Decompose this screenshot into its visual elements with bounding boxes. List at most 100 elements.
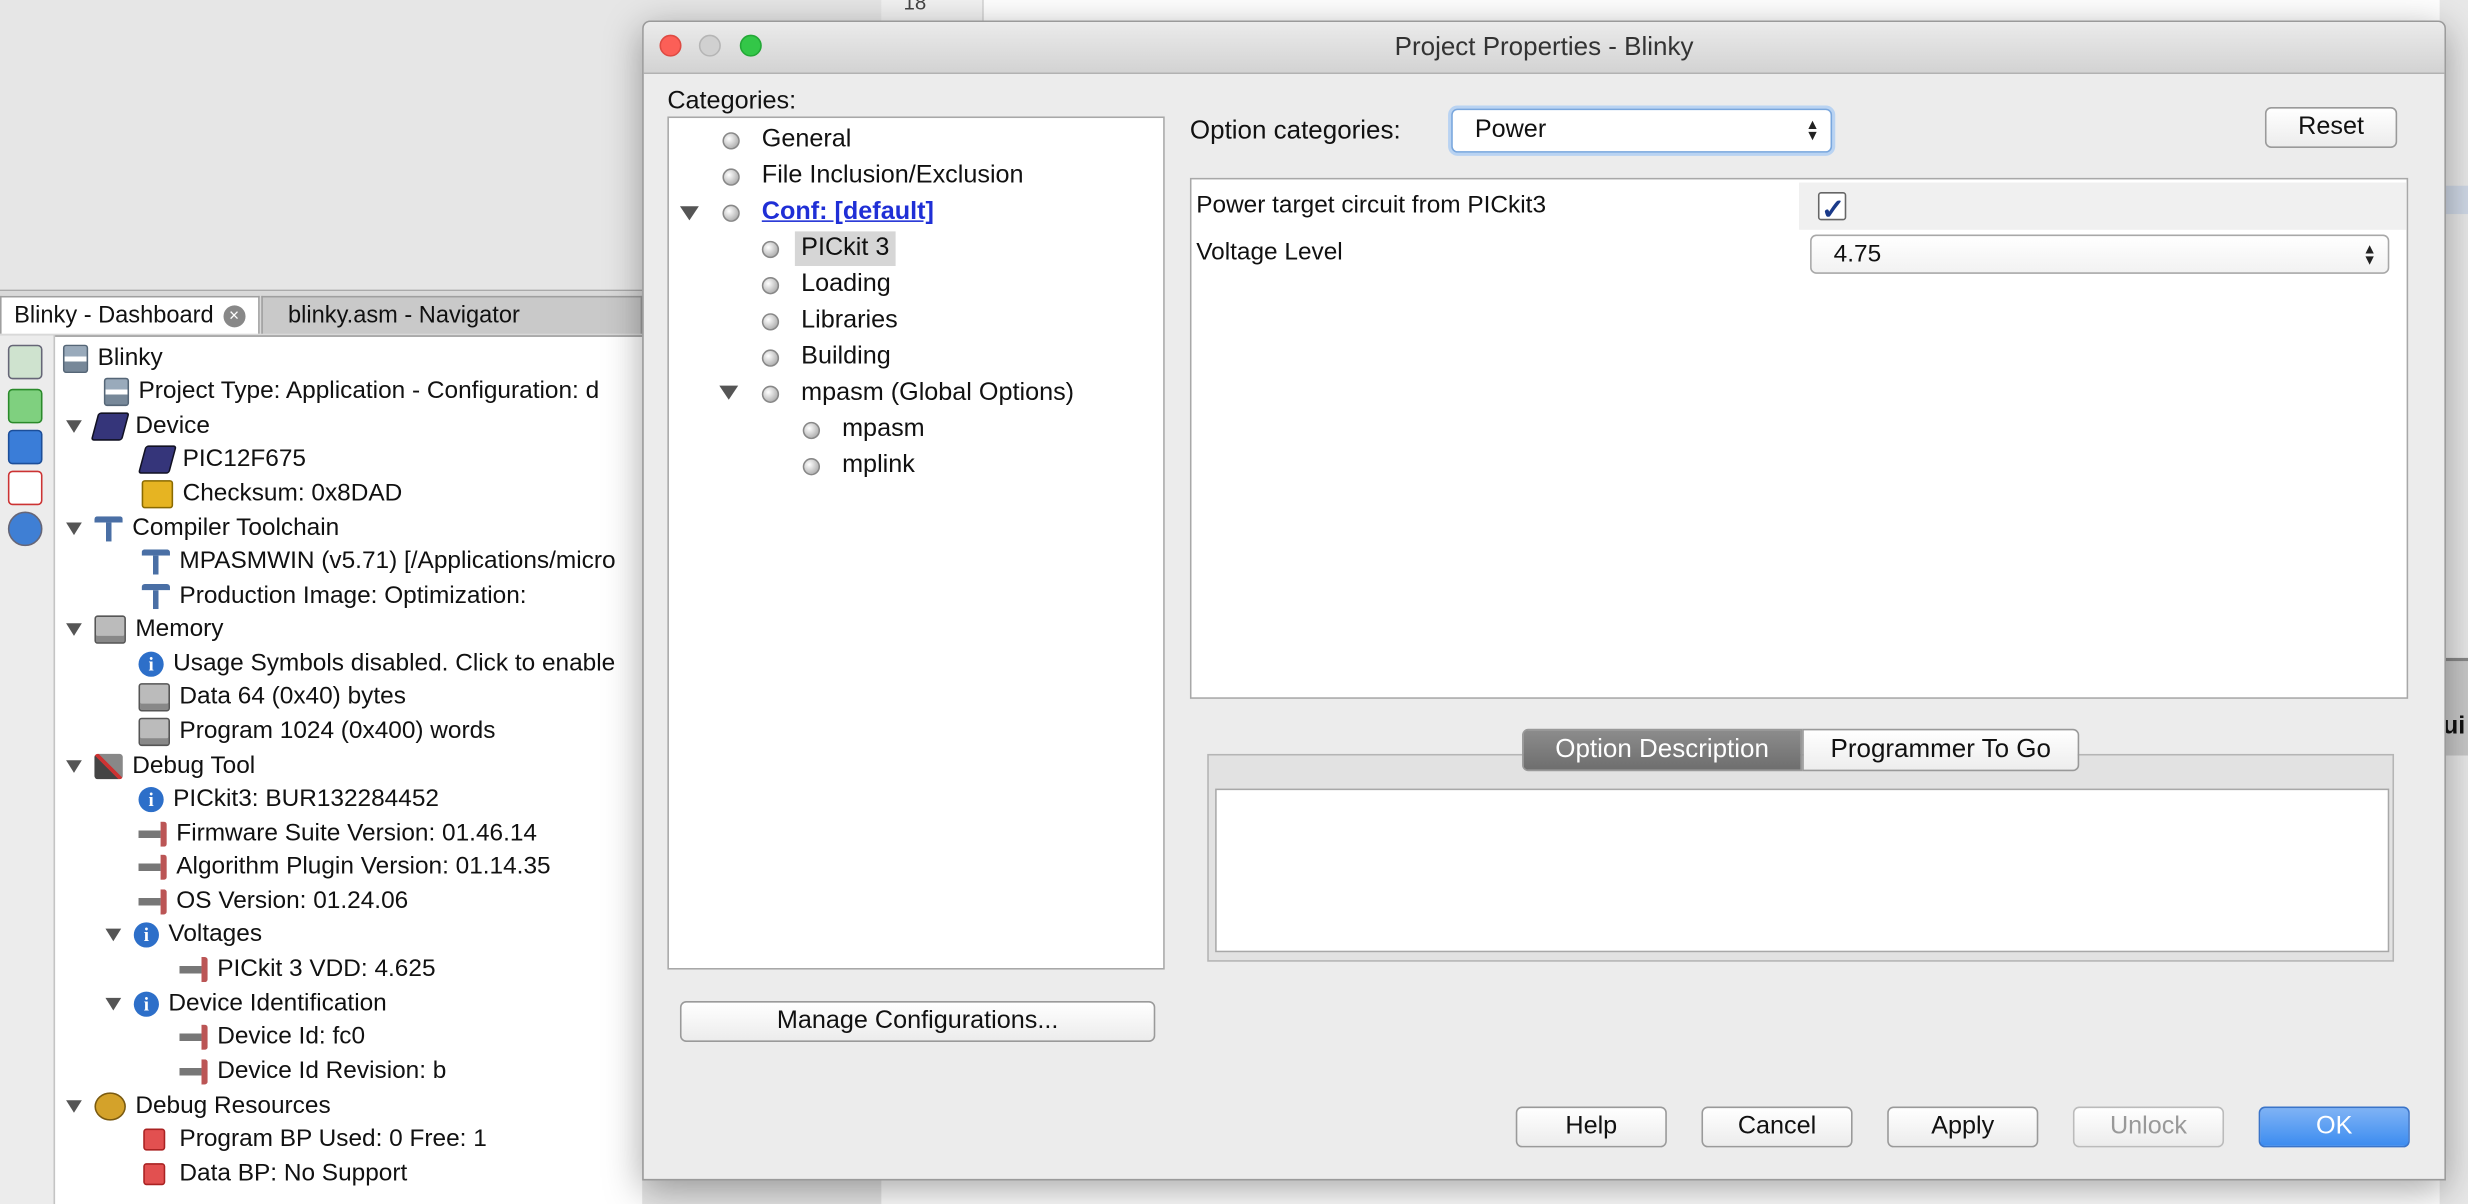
tree-item-label: Device bbox=[135, 412, 210, 440]
tree-item-device-identification[interactable]: i Device Identification bbox=[105, 987, 387, 1022]
project-properties-dialog: Project Properties - Blinky Categories: … bbox=[642, 20, 2446, 1181]
tree-item-program-bp[interactable]: Program BP Used: 0 Free: 1 bbox=[139, 1122, 487, 1157]
category-conf-default[interactable]: Conf: [default] bbox=[722, 195, 934, 230]
node-icon bbox=[722, 203, 740, 222]
plug-icon bbox=[138, 821, 167, 847]
checkmark-icon: ✓ bbox=[1821, 193, 1845, 226]
plug-icon bbox=[179, 1024, 208, 1050]
tree-item-label: Memory bbox=[135, 615, 224, 643]
expand-triangle-icon[interactable] bbox=[719, 385, 739, 400]
tab-navigator-label: blinky.asm - Navigator bbox=[288, 302, 520, 329]
category-libraries[interactable]: Libraries bbox=[761, 304, 898, 339]
tree-item-voltages[interactable]: i Voltages bbox=[105, 918, 262, 953]
category-mpasm-global[interactable]: mpasm (Global Options) bbox=[761, 376, 1074, 411]
line-number: 18 bbox=[903, 0, 927, 15]
option-categories-label: Option categories: bbox=[1189, 116, 1401, 145]
tree-item-debug-resources[interactable]: Debug Resources bbox=[66, 1089, 331, 1124]
expand-triangle-icon[interactable] bbox=[66, 623, 82, 636]
checksum-icon bbox=[141, 480, 174, 509]
reload-icon[interactable] bbox=[7, 388, 43, 424]
dashboard-tab-bar: Blinky - Dashboard × blinky.asm - Navigat… bbox=[0, 291, 643, 337]
pdf-icon[interactable] bbox=[7, 470, 43, 506]
close-icon[interactable]: × bbox=[223, 305, 246, 328]
option-categories-select[interactable]: Power ▲ ▼ bbox=[1451, 108, 1833, 153]
chip-icon[interactable] bbox=[7, 429, 43, 465]
tree-item-debug-tool[interactable]: Debug Tool bbox=[66, 749, 255, 784]
ok-button[interactable]: OK bbox=[2258, 1106, 2410, 1148]
category-label: Libraries bbox=[801, 306, 898, 334]
tree-item-checksum[interactable]: Checksum: 0x8DAD bbox=[141, 477, 403, 512]
refresh-icon[interactable] bbox=[7, 344, 43, 380]
tree-item-os-version[interactable]: OS Version: 01.24.06 bbox=[138, 885, 409, 920]
tree-item-algorithm-version[interactable]: Algorithm Plugin Version: 01.14.35 bbox=[138, 850, 551, 885]
expand-triangle-icon[interactable] bbox=[679, 206, 699, 221]
bug-icon bbox=[94, 1092, 126, 1121]
category-mpasm[interactable]: mpasm bbox=[802, 412, 925, 447]
tree-item-usage-symbols[interactable]: i Usage Symbols disabled. Click to enable bbox=[138, 647, 616, 682]
category-file-inclusion[interactable]: File Inclusion/Exclusion bbox=[722, 159, 1024, 194]
tree-item-label: Production Image: Optimization: bbox=[179, 582, 527, 610]
tree-item-label: Program BP Used: 0 Free: 1 bbox=[179, 1125, 487, 1153]
category-loading[interactable]: Loading bbox=[761, 268, 891, 303]
dialog-titlebar[interactable]: Project Properties - Blinky bbox=[643, 22, 2445, 74]
category-label: mplink bbox=[842, 451, 915, 479]
info-icon: i bbox=[138, 651, 164, 677]
tab-dashboard[interactable]: Blinky - Dashboard × bbox=[0, 295, 260, 334]
tree-item-label: Algorithm Plugin Version: 01.14.35 bbox=[176, 853, 551, 880]
apply-button[interactable]: Apply bbox=[1887, 1106, 2039, 1148]
project-icon bbox=[103, 377, 130, 407]
tree-item-memory[interactable]: Memory bbox=[66, 612, 223, 647]
tree-item-mpasmwin[interactable]: MPASMWIN (v5.71) [/Applications/micro bbox=[141, 545, 616, 580]
category-label: Building bbox=[801, 343, 891, 370]
memory-icon bbox=[94, 615, 126, 644]
tree-item-compiler-toolchain[interactable]: Compiler Toolchain bbox=[66, 512, 339, 547]
expand-triangle-icon[interactable] bbox=[66, 1100, 82, 1113]
hammer-icon bbox=[141, 583, 170, 610]
expand-triangle-icon[interactable] bbox=[105, 928, 122, 942]
tree-item-project-type[interactable]: Project Type: Application - Configuratio… bbox=[103, 375, 599, 410]
tree-item-firmware-version[interactable]: Firmware Suite Version: 01.46.14 bbox=[138, 817, 537, 852]
tree-item-data-bp[interactable]: Data BP: No Support bbox=[139, 1157, 408, 1192]
help-icon[interactable] bbox=[7, 511, 43, 547]
expand-triangle-icon[interactable] bbox=[66, 420, 82, 433]
unlock-button[interactable]: Unlock bbox=[2072, 1106, 2225, 1148]
cancel-button[interactable]: Cancel bbox=[1701, 1106, 1853, 1148]
node-icon bbox=[761, 384, 780, 403]
category-general[interactable]: General bbox=[722, 123, 851, 158]
help-button[interactable]: Help bbox=[1515, 1106, 1667, 1148]
category-mplink[interactable]: mplink bbox=[802, 449, 915, 484]
tree-item-data-memory[interactable]: Data 64 (0x40) bytes bbox=[138, 680, 406, 715]
property-row-power-target: Power target circuit from PICkit3 ✓ bbox=[1192, 182, 2407, 230]
voltage-level-select[interactable]: 4.75 ▲ ▼ bbox=[1810, 234, 2390, 274]
dashboard-panel: Blinky - Dashboard × blinky.asm - Navigat… bbox=[0, 289, 643, 1204]
tree-item-project[interactable]: Blinky bbox=[62, 342, 163, 377]
expand-triangle-icon[interactable] bbox=[105, 997, 122, 1011]
tree-item-label: OS Version: 01.24.06 bbox=[176, 887, 409, 915]
tab-programmer-to-go[interactable]: Programmer To Go bbox=[1802, 728, 2080, 772]
tree-item-vdd[interactable]: PICkit 3 VDD: 4.625 bbox=[179, 952, 436, 987]
category-building[interactable]: Building bbox=[761, 340, 891, 375]
tree-item-label: Checksum: 0x8DAD bbox=[182, 480, 403, 507]
tree-item-label: Data 64 (0x40) bytes bbox=[179, 683, 406, 710]
category-pickit3[interactable]: PICkit 3 bbox=[761, 231, 896, 267]
tree-item-device-name[interactable]: PIC12F675 bbox=[137, 442, 306, 477]
tab-navigator[interactable]: blinky.asm - Navigator bbox=[261, 295, 643, 334]
tree-item-program-memory[interactable]: Program 1024 (0x400) words bbox=[138, 715, 495, 750]
screen: 18 ui Blinky - Dashboard × blinky.asm - N… bbox=[0, 0, 2468, 1204]
tab-option-description[interactable]: Option Description bbox=[1522, 728, 1803, 772]
tree-item-device[interactable]: Device bbox=[66, 409, 210, 444]
tree-item-pickit3[interactable]: i PICkit3: BUR132284452 bbox=[138, 782, 439, 817]
tree-item-device-id-revision[interactable]: Device Id Revision: b bbox=[179, 1055, 446, 1090]
expand-triangle-icon[interactable] bbox=[66, 522, 82, 536]
expand-triangle-icon[interactable] bbox=[66, 760, 82, 773]
node-icon bbox=[722, 167, 740, 185]
power-target-checkbox[interactable]: ✓ bbox=[1817, 192, 1847, 225]
category-label: File Inclusion/Exclusion bbox=[761, 162, 1024, 189]
tree-item-device-id[interactable]: Device Id: fc0 bbox=[179, 1020, 365, 1055]
tree-item-production-image[interactable]: Production Image: Optimization: bbox=[141, 579, 527, 614]
reset-button[interactable]: Reset bbox=[2264, 107, 2398, 148]
plug-icon bbox=[179, 1059, 208, 1085]
manage-configurations-button[interactable]: Manage Configurations... bbox=[679, 1001, 1156, 1042]
tree-item-label: Debug Resources bbox=[135, 1092, 331, 1120]
memory-icon bbox=[138, 683, 170, 712]
